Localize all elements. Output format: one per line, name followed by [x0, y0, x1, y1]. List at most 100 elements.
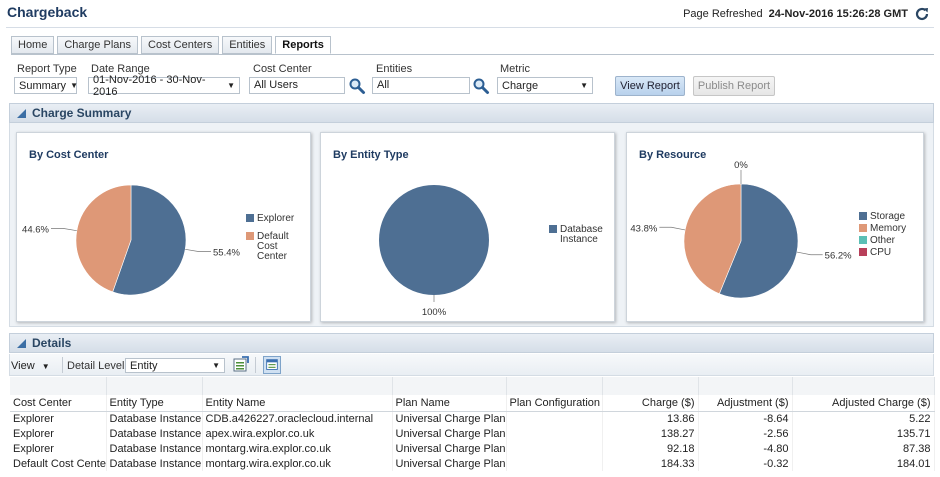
- column-header[interactable]: Entity Type: [106, 395, 203, 412]
- column-header[interactable]: Cost Center: [10, 395, 107, 412]
- cost-center-input[interactable]: All Users: [249, 77, 345, 94]
- leader-line: [659, 226, 686, 231]
- table-cell: [506, 441, 603, 456]
- column-header[interactable]: Charge ($): [602, 395, 699, 412]
- table-cell: -8.64: [698, 411, 793, 426]
- charge-summary-header[interactable]: Charge Summary: [9, 103, 934, 123]
- column-filter-cell[interactable]: [792, 377, 935, 395]
- publish-report-button[interactable]: Publish Report: [693, 76, 775, 96]
- data-label: 43.8%: [630, 223, 657, 234]
- page-refreshed-status: Page Refreshed 24-Nov-2016 15:26:28 GMT: [683, 6, 930, 22]
- header-divider: [6, 27, 934, 28]
- data-label: 44.6%: [22, 224, 49, 235]
- legend-swatch: [549, 225, 557, 233]
- table-cell: montarg.wira.explor.co.uk: [202, 441, 393, 456]
- report-type-select[interactable]: Summary ▼: [14, 77, 78, 94]
- charge-summary-title: Charge Summary: [32, 106, 132, 120]
- data-label: 56.2%: [825, 251, 852, 262]
- view-report-button[interactable]: View Report: [615, 76, 685, 96]
- column-filter-cell[interactable]: [698, 377, 793, 395]
- data-label: 100%: [422, 307, 447, 318]
- column-header[interactable]: Adjustment ($): [698, 395, 793, 412]
- entities-label: Entities: [376, 63, 413, 75]
- table-cell: -4.80: [698, 441, 793, 456]
- entities-input[interactable]: All: [372, 77, 470, 94]
- table-cell: 184.01: [792, 456, 935, 471]
- detail-level-value: Entity: [130, 359, 158, 372]
- export-icon[interactable]: [232, 356, 250, 374]
- table-cell: Universal Charge Plan: [392, 456, 507, 471]
- table-cell: apex.wira.explor.co.uk: [202, 426, 393, 441]
- table-cell: montarg.wira.explor.co.uk: [202, 456, 393, 471]
- table-row[interactable]: Default Cost Center Database Instance mo…: [10, 456, 935, 471]
- filter-row: [10, 377, 935, 395]
- report-type-label: Report Type: [17, 63, 77, 75]
- pie-slice-database-instance[interactable]: [379, 185, 489, 295]
- legend-swatch: [246, 214, 254, 222]
- detach-table-icon[interactable]: [263, 356, 281, 374]
- column-filter-cell[interactable]: [202, 377, 393, 395]
- data-label: 0%: [734, 160, 748, 171]
- column-filter-cell[interactable]: [106, 377, 203, 395]
- detail-level-label: Detail Level: [67, 360, 125, 372]
- column-filter-cell[interactable]: [10, 377, 107, 395]
- table-cell: Universal Charge Plan: [392, 426, 507, 441]
- table-cell: Explorer: [10, 441, 107, 456]
- toolbar-separator: [255, 357, 256, 373]
- app-title: Chargeback: [7, 4, 88, 20]
- tab-entities[interactable]: Entities: [222, 36, 273, 54]
- table-row[interactable]: Explorer Database Instance CDB.a426227.o…: [10, 411, 935, 426]
- details-table: Cost Center Entity Type Entity Name Plan…: [10, 377, 935, 471]
- entities-search-icon[interactable]: [472, 77, 490, 95]
- data-label: 55.4%: [213, 248, 240, 259]
- column-filter-cell[interactable]: [392, 377, 507, 395]
- table-cell: 135.71: [792, 426, 935, 441]
- refresh-icon[interactable]: [914, 6, 930, 22]
- detail-level-select[interactable]: Entity ▼: [125, 358, 225, 373]
- column-filter-cell[interactable]: [506, 377, 603, 395]
- table-row[interactable]: Explorer Database Instance montarg.wira.…: [10, 441, 935, 456]
- table-cell: 13.86: [602, 411, 699, 426]
- column-header[interactable]: Plan Name: [392, 395, 507, 412]
- column-filter-cell[interactable]: [602, 377, 699, 395]
- table-cell: 5.22: [792, 411, 935, 426]
- table-row[interactable]: Explorer Database Instance apex.wira.exp…: [10, 426, 935, 441]
- cost-center-search-icon[interactable]: [348, 77, 366, 95]
- table-cell: Database Instance: [106, 411, 203, 426]
- table-cell: [506, 456, 603, 471]
- tab-cost-centers[interactable]: Cost Centers: [141, 36, 220, 54]
- report-type-value: Summary: [19, 79, 67, 92]
- metric-select[interactable]: Charge ▼: [497, 77, 593, 94]
- table-cell: Database Instance: [106, 426, 203, 441]
- tab-charge-plans[interactable]: Charge Plans: [57, 36, 138, 54]
- legend-swatch: [859, 224, 867, 232]
- collapse-triangle-icon[interactable]: [17, 109, 26, 118]
- tab-reports[interactable]: Reports: [275, 36, 331, 54]
- tab-home[interactable]: Home: [11, 36, 55, 54]
- cost-center-label: Cost Center: [253, 63, 312, 75]
- chart-card-by-cost-center: By Cost Center 55.4% 44.6% Explorer Default…: [16, 132, 311, 322]
- tabs-divider: [11, 54, 934, 55]
- details-header[interactable]: Details: [9, 333, 934, 353]
- table-cell: -2.56: [698, 426, 793, 441]
- metric-label: Metric: [500, 63, 530, 75]
- table-cell: Database Instance: [106, 441, 203, 456]
- column-header[interactable]: Entity Name: [202, 395, 393, 412]
- refresh-timestamp: 24-Nov-2016 15:26:28 GMT: [768, 8, 908, 20]
- leader-line: [185, 248, 212, 252]
- collapse-triangle-icon[interactable]: [17, 339, 26, 348]
- date-range-select[interactable]: 01-Nov-2016 - 30-Nov-2016 ▼: [88, 74, 240, 98]
- column-header[interactable]: Plan Configuration: [506, 395, 603, 412]
- chart-card-by-entity-type: By Entity Type 100% Database Instance: [320, 132, 615, 322]
- metric-value: Charge: [502, 79, 539, 92]
- date-range-value: 01-Nov-2016 - 30-Nov-2016: [93, 73, 206, 98]
- column-header[interactable]: Adjusted Charge ($): [792, 395, 935, 412]
- view-menu-label: View: [11, 360, 35, 372]
- table-cell: -0.32: [698, 456, 793, 471]
- legend-label: Other: [870, 235, 896, 246]
- legend-swatch: [859, 248, 867, 256]
- details-title: Details: [32, 336, 72, 350]
- chevron-down-icon: ▼: [227, 81, 235, 90]
- table-cell: 87.38: [792, 441, 935, 456]
- view-menu[interactable]: View ▼: [11, 360, 50, 372]
